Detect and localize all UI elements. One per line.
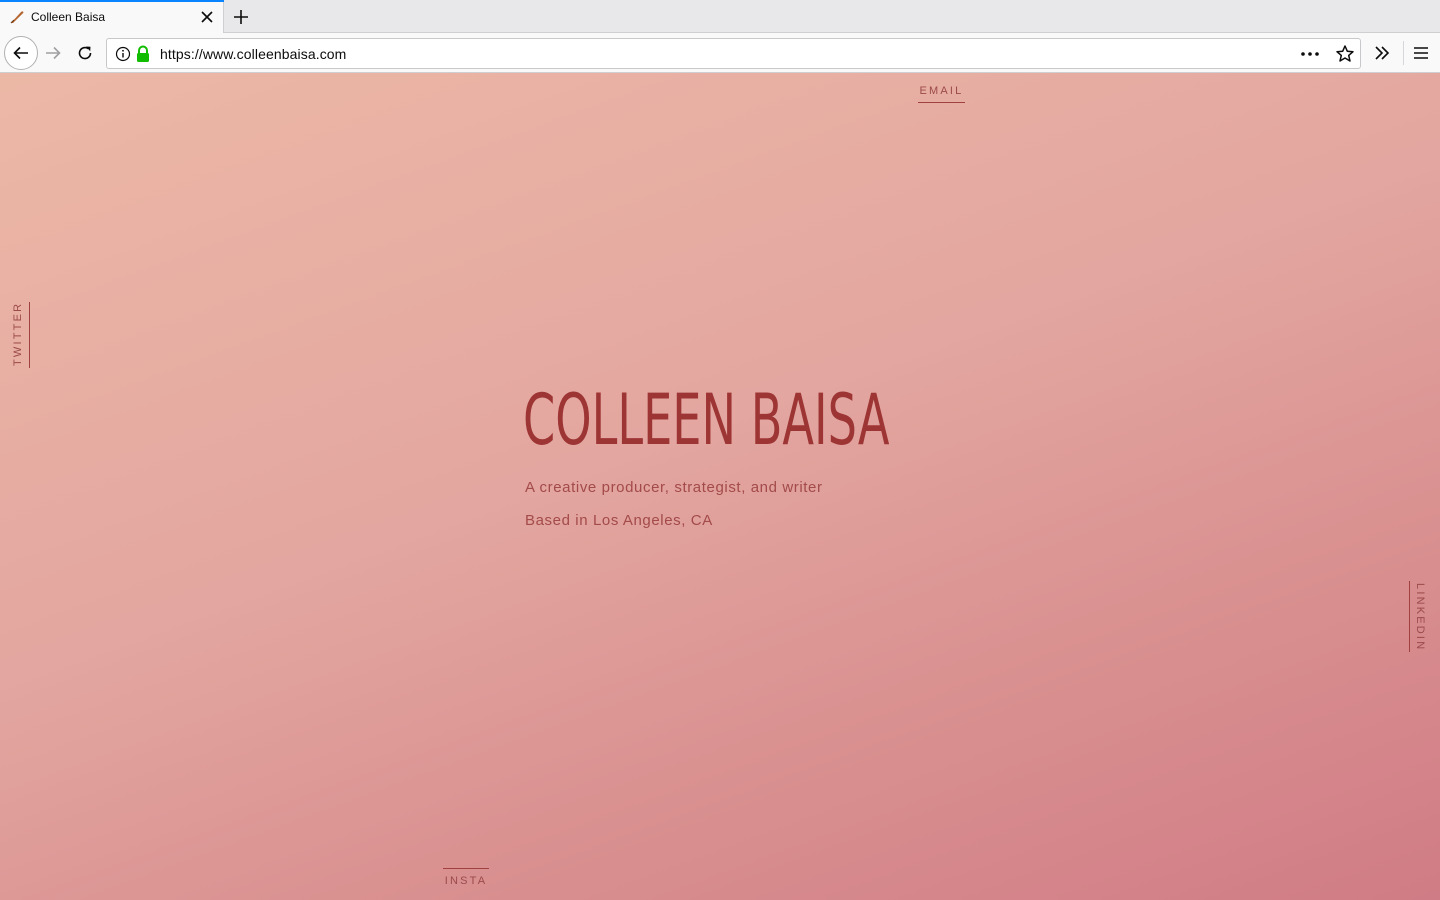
- secure-lock-icon[interactable]: [135, 45, 151, 63]
- toolbar-separator: [1403, 41, 1404, 65]
- twitter-link-label: TWITTER: [12, 301, 24, 366]
- linkedin-link[interactable]: LINKEDIN: [1409, 581, 1427, 652]
- close-tab-icon[interactable]: [198, 8, 216, 26]
- hamburger-menu-button[interactable]: [1405, 37, 1437, 69]
- back-button[interactable]: [4, 36, 38, 70]
- tab-title: Colleen Baisa: [31, 10, 106, 24]
- linkedin-link-label: LINKEDIN: [1414, 583, 1426, 652]
- tab-strip: Colleen Baisa: [0, 0, 1440, 33]
- hamburger-icon: [1414, 47, 1428, 59]
- page-actions-more-icon[interactable]: [1299, 45, 1321, 63]
- tab-active-indicator: [0, 0, 224, 2]
- url-bar[interactable]: https://www.colleenbaisa.com: [106, 38, 1361, 69]
- reload-icon: [78, 46, 92, 60]
- double-chevron-icon: [1375, 46, 1390, 60]
- navigation-toolbar: https://www.colleenbaisa.com: [0, 33, 1440, 73]
- quill-favicon-icon: [10, 11, 24, 24]
- back-arrow-icon: [13, 46, 28, 60]
- hero-name-heading: COLLEEN BAISA: [523, 379, 890, 461]
- twitter-link[interactable]: TWITTER: [12, 302, 30, 368]
- hero-location: Based in Los Angeles, CA: [525, 512, 713, 529]
- email-link[interactable]: EMAIL: [918, 85, 965, 103]
- forward-arrow-icon: [46, 46, 61, 60]
- browser-chrome: Colleen Baisa https://www.colleenbaisa.c…: [0, 0, 1440, 73]
- overflow-menu-button[interactable]: [1366, 37, 1398, 69]
- reload-button[interactable]: [69, 37, 101, 69]
- bookmark-star-icon[interactable]: [1335, 44, 1355, 64]
- new-tab-plus-icon[interactable]: [229, 5, 253, 29]
- page-content: EMAIL TWITTER LINKEDIN INSTA COLLEEN BAI…: [0, 73, 1440, 900]
- forward-button[interactable]: [37, 37, 69, 69]
- instagram-link[interactable]: INSTA: [443, 868, 489, 887]
- active-tab[interactable]: Colleen Baisa: [0, 0, 224, 33]
- hero-tagline: A creative producer, strategist, and wri…: [525, 479, 823, 496]
- site-info-icon[interactable]: [115, 46, 131, 62]
- url-text[interactable]: https://www.colleenbaisa.com: [160, 46, 346, 62]
